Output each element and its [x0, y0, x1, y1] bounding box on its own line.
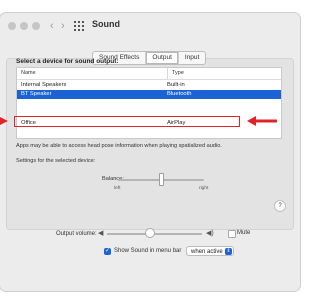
settings-label: Settings for the selected device: — [16, 158, 96, 164]
arrow-right-annotation-icon — [247, 116, 277, 126]
device-name: BT Speaker — [21, 91, 52, 97]
close-button[interactable] — [8, 22, 16, 30]
mute-label: Mute — [237, 230, 251, 236]
tab-input[interactable]: Input — [179, 52, 205, 64]
speaker-high-icon: ◀) — [206, 230, 214, 237]
show-in-menubar-label: Show Sound in menu bar — [114, 248, 182, 254]
device-type: Built-in — [167, 82, 185, 88]
minimize-button[interactable] — [20, 22, 28, 30]
header-divider — [17, 79, 281, 80]
window-title: Sound — [92, 19, 120, 29]
tab-output[interactable]: Output — [146, 52, 179, 64]
highlight-box — [14, 116, 240, 127]
head-pose-note: Apps may be able to access head pose inf… — [16, 143, 222, 149]
balance-right-label: right — [199, 186, 209, 191]
balance-left-label: left — [114, 186, 121, 191]
device-table: Name Type Internal Speakers Built-in BT … — [16, 67, 282, 139]
device-name: Internal Speakers — [21, 82, 67, 88]
grid-icon[interactable] — [74, 21, 84, 31]
chevron-updown-icon: ⇕ — [225, 248, 232, 255]
forward-button[interactable]: › — [61, 19, 65, 33]
column-header-type[interactable]: Type — [167, 68, 184, 79]
output-volume-thumb[interactable] — [144, 228, 155, 238]
table-row[interactable]: BT Speaker Bluetooth — [17, 90, 281, 99]
back-button[interactable]: ‹ — [50, 19, 54, 33]
speaker-low-icon: ◀ — [98, 230, 104, 237]
help-button[interactable]: ? — [274, 200, 286, 212]
zoom-button[interactable] — [32, 22, 40, 30]
mute-checkbox[interactable] — [228, 230, 236, 238]
show-in-menubar-checkbox[interactable]: ✓ — [104, 248, 111, 255]
output-volume-label: Output volume: — [56, 231, 97, 237]
menubar-visibility-select[interactable]: when active ⇕ — [186, 246, 234, 256]
column-header-name[interactable]: Name — [21, 68, 36, 79]
output-heading: Select a device for sound output: — [16, 58, 119, 65]
device-type: Bluetooth — [167, 91, 192, 97]
table-row[interactable]: Internal Speakers Built-in — [17, 81, 281, 90]
select-value: when active — [191, 249, 223, 255]
balance-slider-thumb[interactable] — [159, 173, 164, 186]
arrow-left-annotation-icon — [0, 117, 8, 125]
title-bar: ‹ › Sound — [0, 13, 300, 43]
